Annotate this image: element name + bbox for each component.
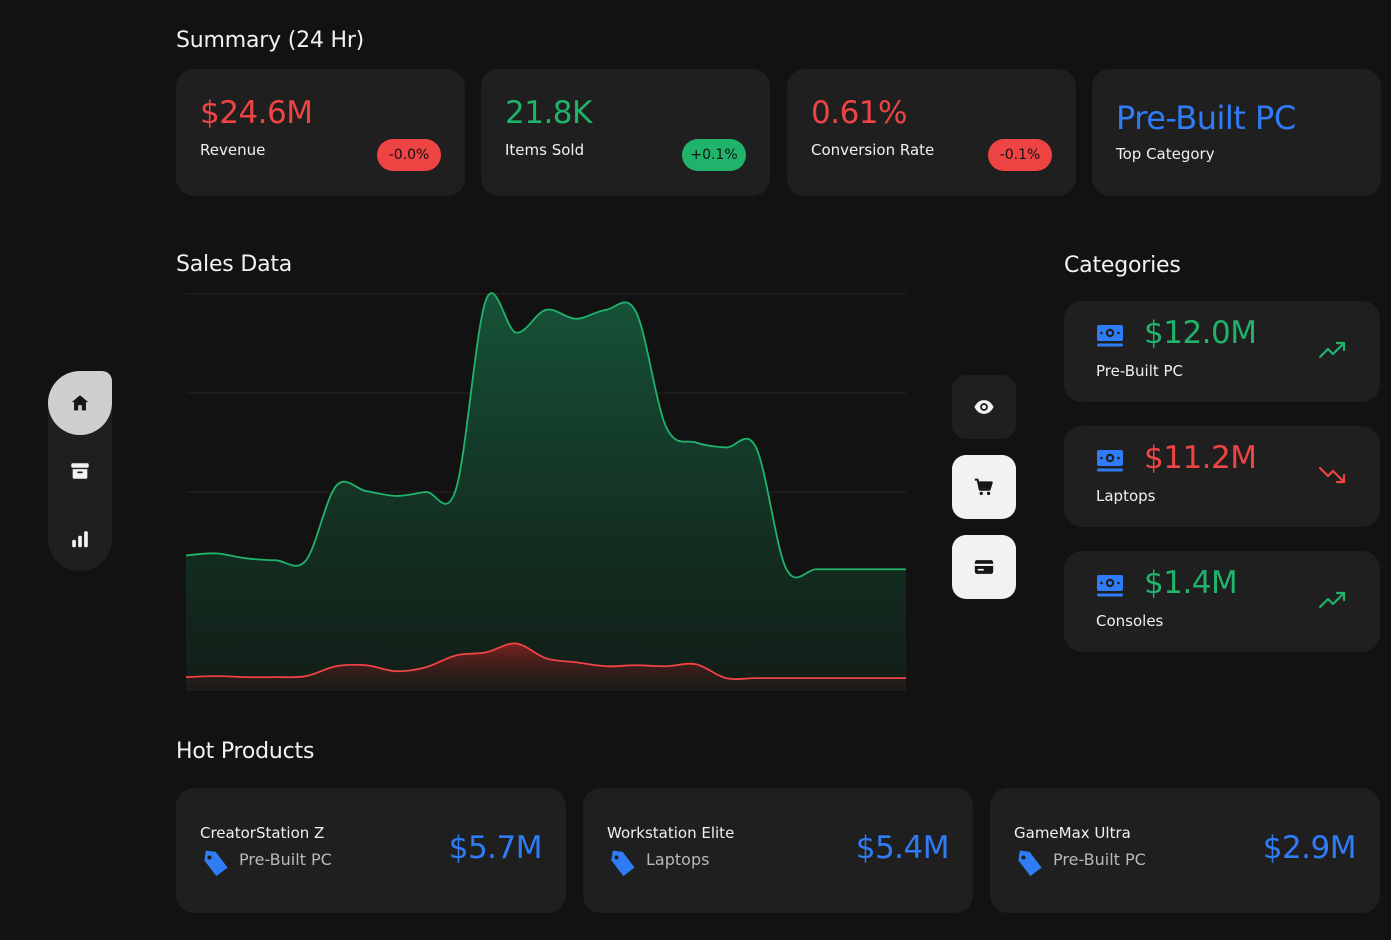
category-value: $11.2M: [1144, 440, 1257, 476]
category-label: Consoles: [1096, 612, 1164, 630]
revenue-value: $24.6M: [200, 95, 313, 131]
toggle-cart-button[interactable]: [952, 455, 1016, 519]
credit-card-icon: [974, 560, 994, 574]
product-category: Pre-Built PC: [239, 850, 332, 869]
conversion-rate-label: Conversion Rate: [811, 141, 935, 159]
product-price: $2.9M: [1262, 830, 1357, 866]
conversion-rate-value: 0.61%: [811, 95, 907, 131]
product-card[interactable]: Workstation Elite Laptops $5.4M: [583, 788, 973, 913]
hot-products-title: Hot Products: [176, 739, 315, 764]
toggle-payments-button[interactable]: [952, 535, 1016, 599]
category-card-pre-built-pc[interactable]: $12.0M Pre-Built PC: [1064, 301, 1380, 402]
money-icon: [1097, 575, 1123, 597]
trending-up-icon: [1318, 341, 1346, 359]
revenue-label: Revenue: [200, 141, 266, 159]
product-category: Laptops: [646, 850, 710, 869]
top-category-value: Pre-Built PC: [1116, 99, 1296, 137]
items-sold-change-badge: +0.1%: [682, 139, 746, 171]
category-label: Laptops: [1096, 487, 1156, 505]
sidebar: [48, 371, 112, 571]
eye-icon: [974, 400, 994, 414]
tag-icon: [611, 850, 635, 877]
money-icon: [1097, 450, 1123, 472]
items-sold-value: 21.8K: [505, 95, 592, 131]
categories-title: Categories: [1064, 253, 1181, 278]
category-label: Pre-Built PC: [1096, 362, 1184, 380]
items-sold-label: Items Sold: [505, 141, 585, 159]
conversion-rate-card: 0.61% Conversion Rate -0.1%: [787, 69, 1076, 196]
conversion-rate-change-badge: -0.1%: [988, 139, 1052, 171]
category-card-consoles[interactable]: $1.4M Consoles: [1064, 551, 1380, 652]
product-card[interactable]: GameMax Ultra Pre-Built PC $2.9M: [990, 788, 1380, 913]
sales-chart: [185, 292, 906, 691]
sidebar-item-home[interactable]: [48, 371, 112, 435]
trending-up-icon: [1318, 591, 1346, 609]
product-name: Workstation Elite: [607, 824, 735, 842]
bar-chart-icon: [72, 531, 88, 548]
toggle-views-button[interactable]: [952, 375, 1016, 439]
money-icon: [1097, 325, 1123, 347]
tag-icon: [1018, 850, 1042, 877]
category-value: $12.0M: [1144, 315, 1257, 351]
product-name: GameMax Ultra: [1014, 824, 1131, 842]
sidebar-item-analytics[interactable]: [48, 507, 112, 571]
revenue-change-badge: -0.0%: [377, 139, 441, 171]
category-value: $1.4M: [1144, 565, 1238, 601]
trending-down-icon: [1318, 466, 1346, 484]
items-sold-card: 21.8K Items Sold +0.1%: [481, 69, 770, 196]
product-name: CreatorStation Z: [200, 824, 325, 842]
sales-data-title: Sales Data: [176, 252, 293, 277]
product-price: $5.7M: [448, 830, 543, 866]
tag-icon: [204, 850, 228, 877]
cart-icon: [974, 478, 993, 496]
category-card-laptops[interactable]: $11.2M Laptops: [1064, 426, 1380, 527]
product-card[interactable]: CreatorStation Z Pre-Built PC $5.7M: [176, 788, 566, 913]
summary-title: Summary (24 Hr): [176, 28, 365, 53]
top-category-label: Top Category: [1116, 145, 1215, 163]
product-category: Pre-Built PC: [1053, 850, 1146, 869]
archive-icon: [71, 463, 89, 479]
home-icon: [71, 395, 89, 411]
top-category-card: Pre-Built PC Top Category: [1092, 69, 1381, 196]
sidebar-item-archive[interactable]: [48, 439, 112, 503]
product-price: $5.4M: [855, 830, 950, 866]
revenue-card: $24.6M Revenue -0.0%: [176, 69, 465, 196]
